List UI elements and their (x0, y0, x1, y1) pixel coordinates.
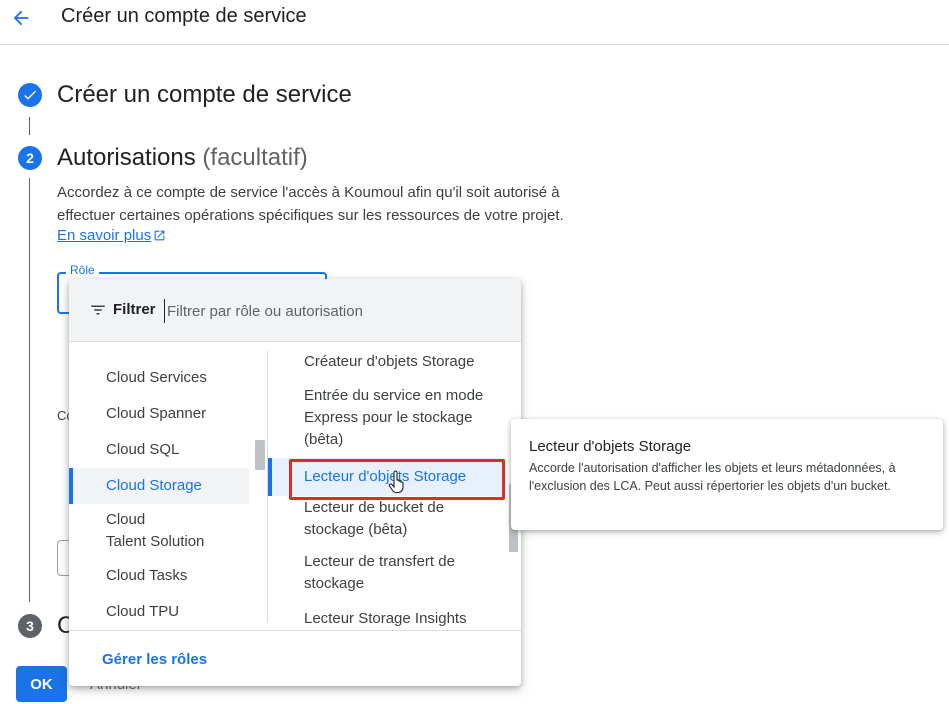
step2-description: Accordez à ce compte de service l'accès … (57, 184, 564, 224)
role-tooltip: Lecteur d'objets Storage Accorde l'autor… (511, 419, 943, 530)
back-button[interactable] (6, 4, 36, 32)
service-item-cloud-services[interactable]: Cloud Services (69, 367, 249, 389)
step2-title-text: Autorisations (57, 144, 196, 171)
step2-title: Autorisations (facultatif) (57, 144, 308, 172)
service-list: Cloud Services Cloud Spanner Cloud SQL C… (69, 343, 267, 630)
service-item-cloud-spanner[interactable]: Cloud Spanner (69, 403, 249, 425)
step-connector (29, 117, 30, 135)
filter-icon (91, 305, 105, 315)
learn-more-link[interactable]: En savoir plus (57, 227, 166, 244)
filter-label: Filtrer (113, 301, 156, 318)
role-item-storage-bucket-viewer[interactable]: Lecteur de bucket de stockage (bêta) (268, 497, 506, 541)
tooltip-title: Lecteur d'objets Storage (529, 438, 692, 455)
page-header: Créer un compte de service (0, 0, 949, 45)
check-icon (24, 90, 36, 100)
step2-optional: (facultatif) (202, 144, 308, 171)
filter-input[interactable] (164, 299, 504, 323)
step3-number: 3 (18, 614, 42, 638)
dropdown-footer: Gérer les rôles (69, 630, 521, 686)
service-item-cloud-talent-solution[interactable]: Cloud Talent Solution (69, 509, 249, 553)
learn-more-text: En savoir plus (57, 227, 152, 244)
hand-pointer-icon (388, 470, 404, 494)
service-list-scrollbar[interactable] (255, 440, 265, 470)
service-item-cloud-tasks[interactable]: Cloud Tasks (69, 565, 249, 587)
manage-roles-link[interactable]: Gérer les rôles (102, 651, 207, 668)
role-field-label: Rôle (66, 263, 99, 277)
arrow-back-icon (13, 10, 29, 26)
external-link-icon (154, 230, 165, 241)
tooltip-description: Accorde l'autorisation d'afficher les ob… (529, 461, 896, 493)
step-connector (29, 178, 30, 602)
role-item-storage-transfer-viewer[interactable]: Lecteur de transfert de stockage (268, 551, 506, 595)
service-item-cloud-tpu[interactable]: Cloud TPU (69, 601, 249, 623)
service-item-cloud-sql[interactable]: Cloud SQL (69, 439, 249, 461)
role-item-storage-insights-viewer[interactable]: Lecteur Storage Insights (268, 608, 506, 630)
page-title: Créer un compte de service (61, 5, 307, 27)
role-item-storage-express-entry[interactable]: Entrée du service en mode Express pour l… (268, 385, 506, 451)
step1-title: Créer un compte de service (57, 81, 352, 108)
step-complete-icon (18, 83, 42, 107)
service-item-cloud-storage[interactable]: Cloud Storage (69, 468, 249, 504)
step2-number: 2 (18, 146, 42, 170)
ok-button[interactable]: OK (16, 666, 67, 702)
filter-bar: Filtrer (69, 279, 521, 342)
role-item-storage-object-creator[interactable]: Créateur d'objets Storage (268, 351, 506, 373)
